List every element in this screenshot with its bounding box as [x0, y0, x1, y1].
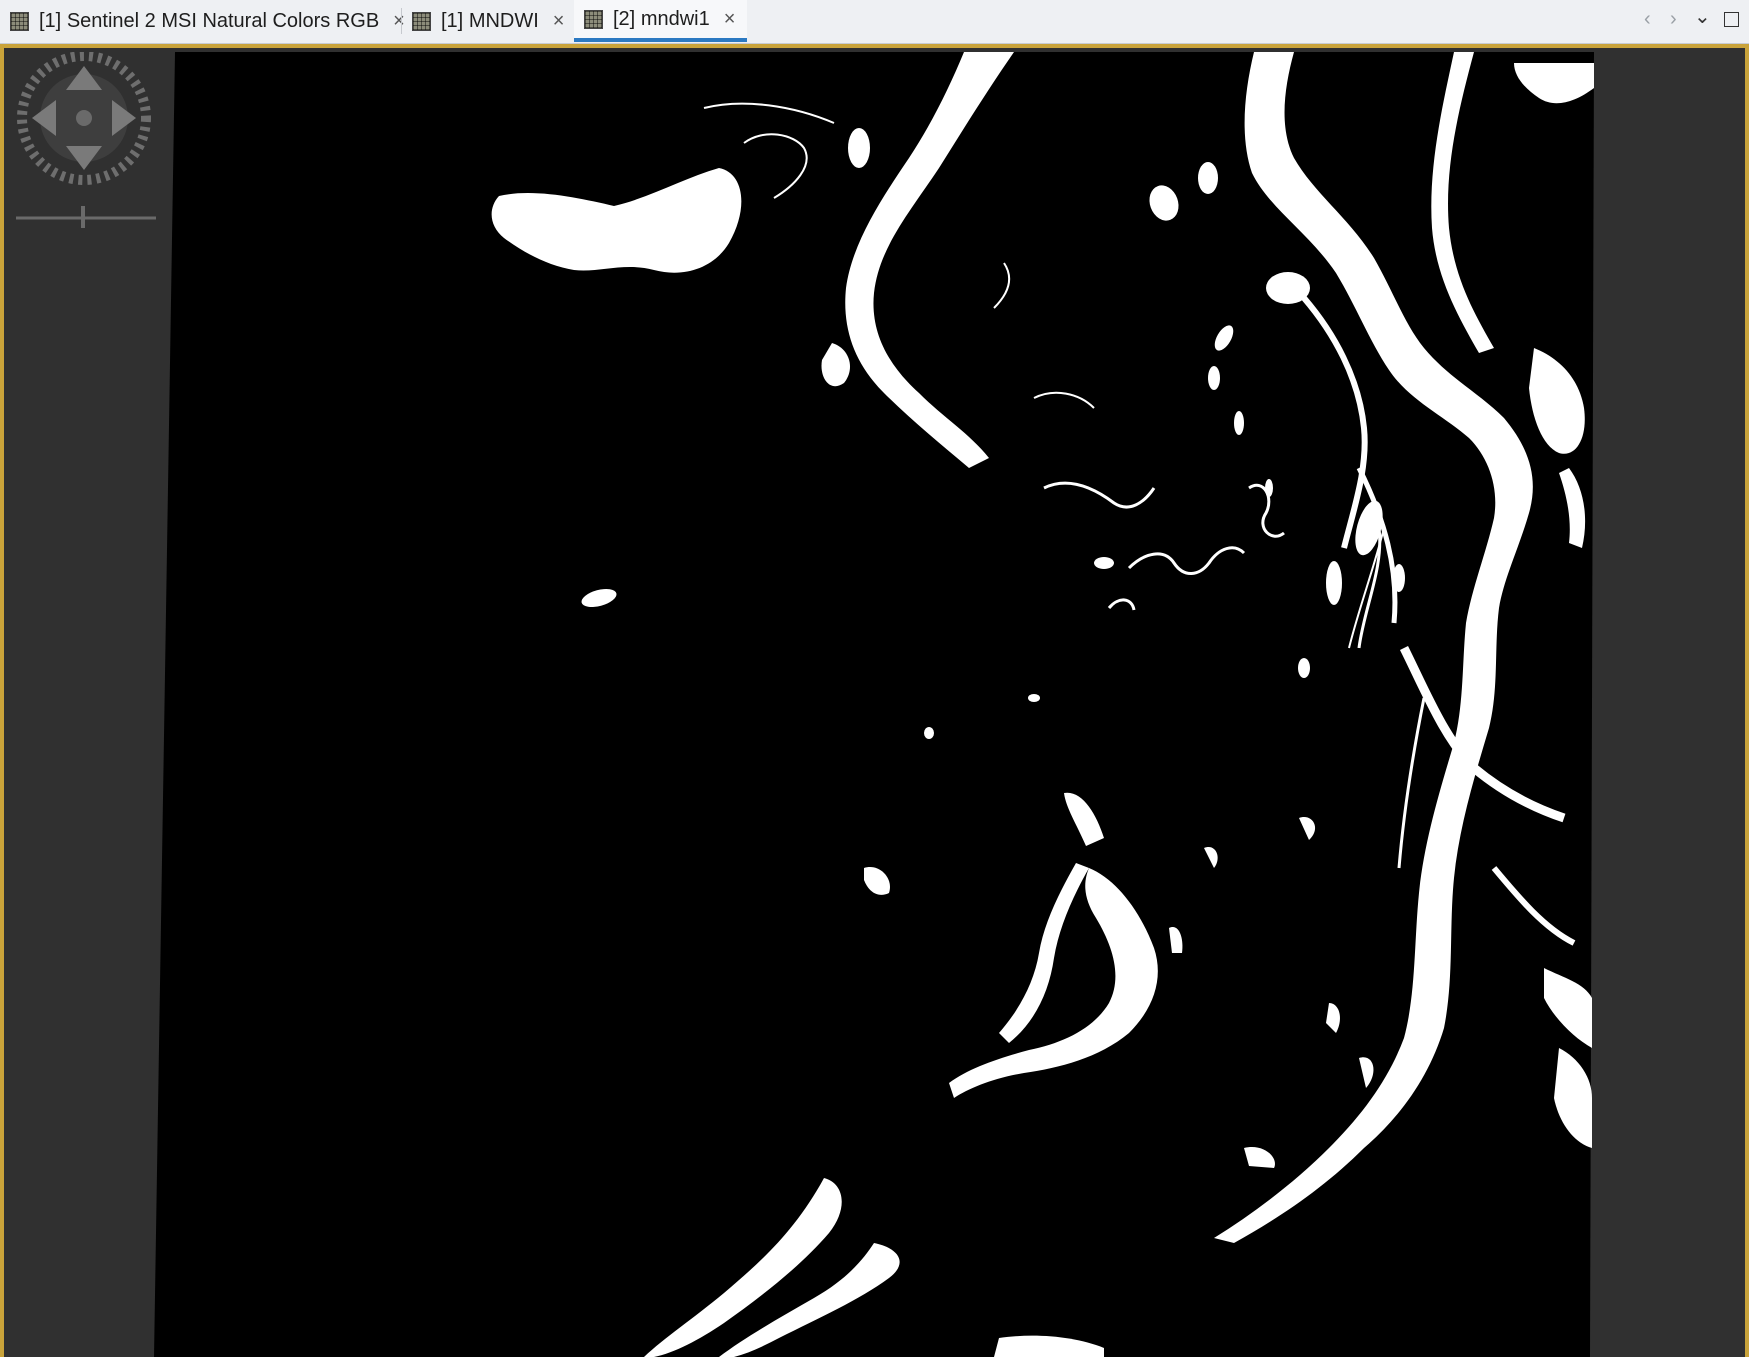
tab-label: mndwi1 [640, 7, 710, 30]
raster-image-icon [584, 9, 603, 29]
raster-image-icon [412, 11, 431, 31]
editor-tab-bar: [1] Sentinel 2 MSI Natural Colors RGB × … [0, 0, 1749, 44]
tab-mndwi[interactable]: [1] MNDWI × [412, 0, 564, 42]
tab-mndwi1[interactable]: [2] mndwi1 × [574, 0, 748, 42]
tab-index-label: [1] [441, 9, 464, 32]
navigation-control[interactable] [10, 51, 160, 232]
raster-image-icon [10, 11, 29, 31]
tab-divider [401, 8, 402, 34]
tab-label: MNDWI [468, 9, 539, 32]
tab-index-label: [1] [39, 9, 62, 32]
image-view-frame [0, 44, 1749, 1357]
zoom-slider-icon[interactable] [16, 206, 156, 228]
tab-index-label: [2] [613, 7, 636, 30]
tab-scroll-right-icon[interactable]: › [1670, 8, 1677, 31]
maximize-icon[interactable] [1724, 12, 1739, 27]
mndwi-binary-raster [154, 52, 1594, 1357]
tab-list-dropdown-icon[interactable]: ⌄ [1694, 4, 1711, 29]
close-icon[interactable]: × [724, 8, 736, 31]
tab-sentinel-rgb[interactable]: [1] Sentinel 2 MSI Natural Colors RGB × [10, 0, 405, 42]
close-icon[interactable]: × [393, 10, 405, 33]
tab-label: Sentinel 2 MSI Natural Colors RGB [66, 9, 380, 32]
close-icon[interactable]: × [553, 10, 565, 33]
tab-scroll-left-icon[interactable]: ‹ [1644, 8, 1651, 31]
image-view-canvas[interactable] [4, 48, 1745, 1357]
